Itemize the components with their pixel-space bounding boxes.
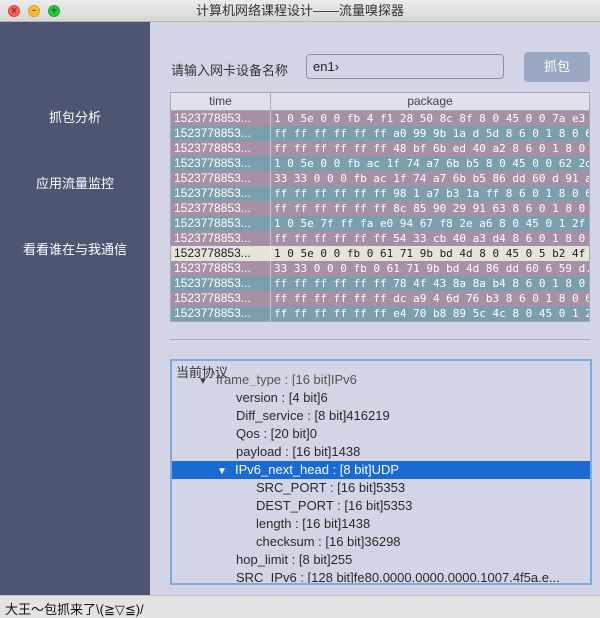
sidebar-item-who-talks-to-me[interactable]: 看看谁在与我通信 bbox=[0, 239, 150, 258]
window-title: 计算机网络课程设计——流量嗅探器 bbox=[195, 3, 404, 18]
table-row[interactable]: 1523778853... 33 33 0 0 0 fb 0 61 71 9b b… bbox=[171, 261, 589, 276]
table-row[interactable]: 1523778853... 1 0 5e 7f ff fa e0 94 67 f8… bbox=[171, 216, 589, 231]
expand-arrow-icon[interactable]: ▼ bbox=[198, 376, 216, 386]
sidebar: 抓包分析 应用流量监控 看看谁在与我通信 bbox=[0, 22, 150, 595]
status-text: 大王～包抓来了\(≧▽≦)/ bbox=[5, 602, 144, 617]
cell-package: ff ff ff ff ff ff 54 33 cb 40 a3 d4 8 6 … bbox=[274, 232, 589, 245]
cell-package: ff ff ff ff ff ff 98 1 a7 b3 1a ff 8 6 0… bbox=[274, 187, 589, 200]
column-header-time[interactable]: time bbox=[171, 93, 271, 110]
cell-time: 1523778853... bbox=[171, 156, 271, 171]
nic-input[interactable] bbox=[306, 54, 504, 79]
cell-package: 1 0 5e 0 0 fb 0 61 71 9b bd 4d 8 0 45 0 … bbox=[274, 247, 589, 260]
table-row[interactable]: 1523778853... ff ff ff ff ff ff a0 99 9b … bbox=[171, 126, 589, 141]
table-row[interactable]: 1523778853... ff ff ff ff ff ff 48 bf 6b … bbox=[171, 141, 589, 156]
cell-time: 1523778853... bbox=[171, 306, 271, 321]
table-row[interactable]: 1523778853... ff ff ff ff ff ff e4 70 b8 … bbox=[171, 306, 589, 321]
cell-time: 1523778853... bbox=[171, 171, 271, 186]
cell-package: 1 0 5e 0 0 fb 4 f1 28 50 8c 8f 8 0 45 0 … bbox=[274, 112, 589, 125]
cell-time: 1523778853... bbox=[171, 141, 271, 156]
cell-time: 1523778853... bbox=[171, 246, 271, 261]
nic-label: 请输入网卡设备名称 bbox=[171, 63, 289, 78]
cell-package: ff ff ff ff ff ff dc a9 4 6d 76 b3 8 6 0… bbox=[274, 292, 589, 305]
cell-time: 1523778853... bbox=[171, 291, 271, 306]
cell-time: 1523778853... bbox=[171, 276, 271, 291]
tree-node-qos[interactable]: Qos : [20 bit]0 bbox=[236, 425, 317, 443]
cell-package: ff ff ff ff ff ff e4 70 b8 89 5c 4c 8 0 … bbox=[274, 307, 589, 320]
column-header-package[interactable]: package bbox=[271, 93, 589, 110]
cell-package: 1 0 5e 0 0 fb ac 1f 74 a7 6b b5 8 0 45 0… bbox=[274, 157, 589, 170]
tree-node-checksum[interactable]: checksum : [16 bit]36298 bbox=[256, 533, 401, 551]
cell-package: ff ff ff ff ff ff a0 99 9b 1a d 5d 8 6 0… bbox=[274, 127, 589, 140]
tree-node-length[interactable]: length : [16 bit]1438 bbox=[256, 515, 370, 533]
tree-node-label: IPv6_next_head : [8 bit]UDP bbox=[235, 462, 400, 477]
expand-arrow-icon[interactable]: ▼ bbox=[217, 463, 235, 481]
tree-node-src-ipv6[interactable]: SRC_IPv6 : [128 bit]fe80.0000.0000.0000.… bbox=[236, 569, 586, 583]
tree-node-version[interactable]: version : [4 bit]6 bbox=[236, 389, 328, 407]
cell-time: 1523778853... bbox=[171, 231, 271, 246]
cell-time: 1523778853... bbox=[171, 126, 271, 141]
cell-package: ff ff ff ff ff ff 8c 85 90 29 91 63 8 6 … bbox=[274, 202, 589, 215]
cell-package: 33 33 0 0 0 fb ac 1f 74 a7 6b b5 86 dd 6… bbox=[274, 172, 589, 185]
cell-time: 1523778853... bbox=[171, 201, 271, 216]
table-row[interactable]: 1523778853... 1 0 5e 0 0 fb 0 61 71 9b bd… bbox=[171, 246, 589, 261]
packet-table-header: time package bbox=[171, 93, 589, 111]
title-bar: × – + 计算机网络课程设计——流量嗅探器 bbox=[0, 0, 600, 22]
tree-node-ipv6-next-head[interactable]: ▼ IPv6_next_head : [8 bit]UDP bbox=[172, 461, 590, 479]
table-row[interactable]: 1523778853... ff ff ff ff ff ff 98 1 a7 b… bbox=[171, 186, 589, 201]
status-bar: 大王～包抓来了\(≧▽≦)/ bbox=[0, 595, 600, 618]
divider bbox=[170, 339, 590, 340]
capture-button[interactable]: 抓包 bbox=[524, 52, 590, 82]
cell-package: 1 0 5e 7f ff fa e0 94 67 f8 2e a6 8 0 45… bbox=[274, 217, 589, 230]
cell-package: 33 33 0 0 0 fb 0 61 71 9b bd 4d 86 dd 60… bbox=[274, 262, 589, 275]
cell-time: 1523778853... bbox=[171, 111, 271, 126]
table-row[interactable]: 1523778853... 1 0 5e 0 0 fb 4 f1 28 50 8c… bbox=[171, 111, 589, 126]
sidebar-item-app-traffic-monitor[interactable]: 应用流量监控 bbox=[0, 173, 150, 192]
table-row[interactable]: 1523778853... 1 0 5e 0 0 fb ac 1f 74 a7 6… bbox=[171, 156, 589, 171]
tree-node-dest-port[interactable]: DEST_PORT : [16 bit]5353 bbox=[256, 497, 412, 515]
cell-package: ff ff ff ff ff ff 48 bf 6b ed 40 a2 8 6 … bbox=[274, 142, 589, 155]
table-row[interactable]: 1523778853... ff ff ff ff ff ff 54 33 cb … bbox=[171, 231, 589, 246]
table-row[interactable]: 1523778853... ff ff ff ff ff ff 8c 85 90 … bbox=[171, 201, 589, 216]
main-panel: 请输入网卡设备名称 抓包 time package 1523778853...1… bbox=[150, 22, 600, 595]
cell-time: 1523778853... bbox=[171, 216, 271, 231]
tree-node-src-port[interactable]: SRC_PORT : [16 bit]5353 bbox=[256, 479, 405, 497]
tree-node-diff-service[interactable]: Diff_service : [8 bit]416219 bbox=[236, 407, 390, 425]
cell-time: 1523778853... bbox=[171, 186, 271, 201]
tree-node-frame-type[interactable]: ▼ frame_type : [16 bit]IPv6 bbox=[198, 374, 357, 386]
tree-node-payload[interactable]: payload : [16 bit]1438 bbox=[236, 443, 360, 461]
tree-node-hop-limit[interactable]: hop_limit : [8 bit]255 bbox=[236, 551, 352, 569]
table-row[interactable]: 1523778853... ff ff ff ff ff ff dc a9 4 6… bbox=[171, 291, 589, 306]
packet-table[interactable]: time package 1523778853... 1 0 5e 0 0 fb … bbox=[170, 92, 590, 322]
protocol-tree-panel[interactable]: 当前协议 ▼ frame_type : [16 bit]IPv6 version … bbox=[170, 359, 592, 585]
table-row[interactable]: 1523778853... 33 33 0 0 0 fb ac 1f 74 a7 … bbox=[171, 171, 589, 186]
table-row[interactable]: 1523778853... ff ff ff ff ff ff 78 4f 43 … bbox=[171, 276, 589, 291]
cell-time: 1523778853... bbox=[171, 261, 271, 276]
sidebar-item-packet-analysis[interactable]: 抓包分析 bbox=[0, 107, 150, 126]
cell-package: ff ff ff ff ff ff 78 4f 43 8a 8a b4 8 6 … bbox=[274, 277, 589, 290]
packet-table-body: 1523778853... 1 0 5e 0 0 fb 4 f1 28 50 8c… bbox=[171, 111, 589, 321]
tree-node-label: frame_type : [16 bit]IPv6 bbox=[216, 374, 357, 386]
